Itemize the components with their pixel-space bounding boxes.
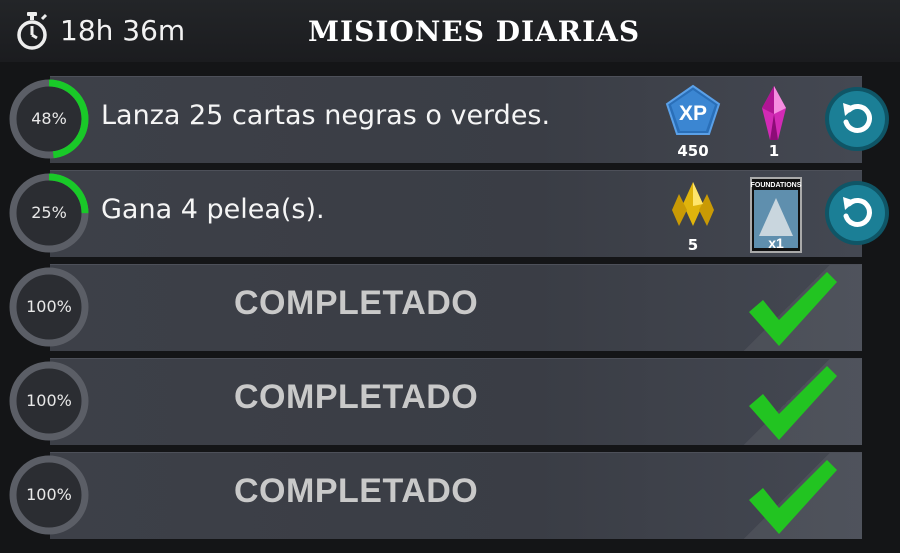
mission-description: Gana 4 pelea(s). xyxy=(101,194,325,225)
reward-xp[interactable]: XP 450 xyxy=(663,82,723,160)
page-title: MISIONES DIARIAS xyxy=(308,15,641,48)
header-bar: 18h 36m MISIONES DIARIAS xyxy=(0,0,900,62)
mission-description: Lanza 25 cartas negras o verdes. xyxy=(101,100,551,131)
refresh-icon[interactable] xyxy=(824,180,890,246)
mission-row: 100% COMPLETADO xyxy=(0,452,862,539)
reward-pack[interactable]: FOUNDATIONS x1 xyxy=(749,176,803,254)
mission-row: 100% COMPLETADO xyxy=(0,264,862,351)
refresh-icon[interactable] xyxy=(824,86,890,152)
xp-badge-icon: XP xyxy=(665,84,721,135)
pack-name-text: FOUNDATIONS xyxy=(751,182,802,189)
stopwatch-icon xyxy=(17,12,48,50)
checkmark-icon xyxy=(749,366,837,440)
reward-gold[interactable]: 5 xyxy=(663,176,723,254)
progress-label: 100% xyxy=(26,391,72,410)
completed-status: COMPLETADO xyxy=(234,284,479,322)
progress-label: 100% xyxy=(26,485,72,504)
checkmark-icon xyxy=(749,272,837,346)
progress-label: 48% xyxy=(31,109,67,128)
progress-label: 100% xyxy=(26,297,72,316)
completed-status: COMPLETADO xyxy=(234,378,479,416)
card-pack-icon: FOUNDATIONS x1 xyxy=(750,177,802,253)
checkmark-icon xyxy=(749,460,837,534)
gold-crystal-icon xyxy=(672,182,714,226)
mission-row: 100% COMPLETADO xyxy=(0,358,862,445)
completed-status: COMPLETADO xyxy=(234,472,479,510)
reward-count: x1 xyxy=(768,235,784,251)
xp-badge-text: XP xyxy=(679,102,707,125)
mission-row: 25% Gana 4 pelea(s). 5 FOUNDATIONS x1 xyxy=(0,170,889,257)
progress-label: 25% xyxy=(31,203,67,222)
mission-row: 48% Lanza 25 cartas negras o verdes. XP … xyxy=(0,76,889,163)
reward-count: 5 xyxy=(687,236,699,254)
reward-count: 1 xyxy=(768,142,780,160)
reward-crystal[interactable]: 1 xyxy=(744,82,804,160)
pink-crystal-icon xyxy=(762,86,786,140)
reward-count: 450 xyxy=(677,142,709,160)
timer-text: 18h 36m xyxy=(60,14,186,47)
